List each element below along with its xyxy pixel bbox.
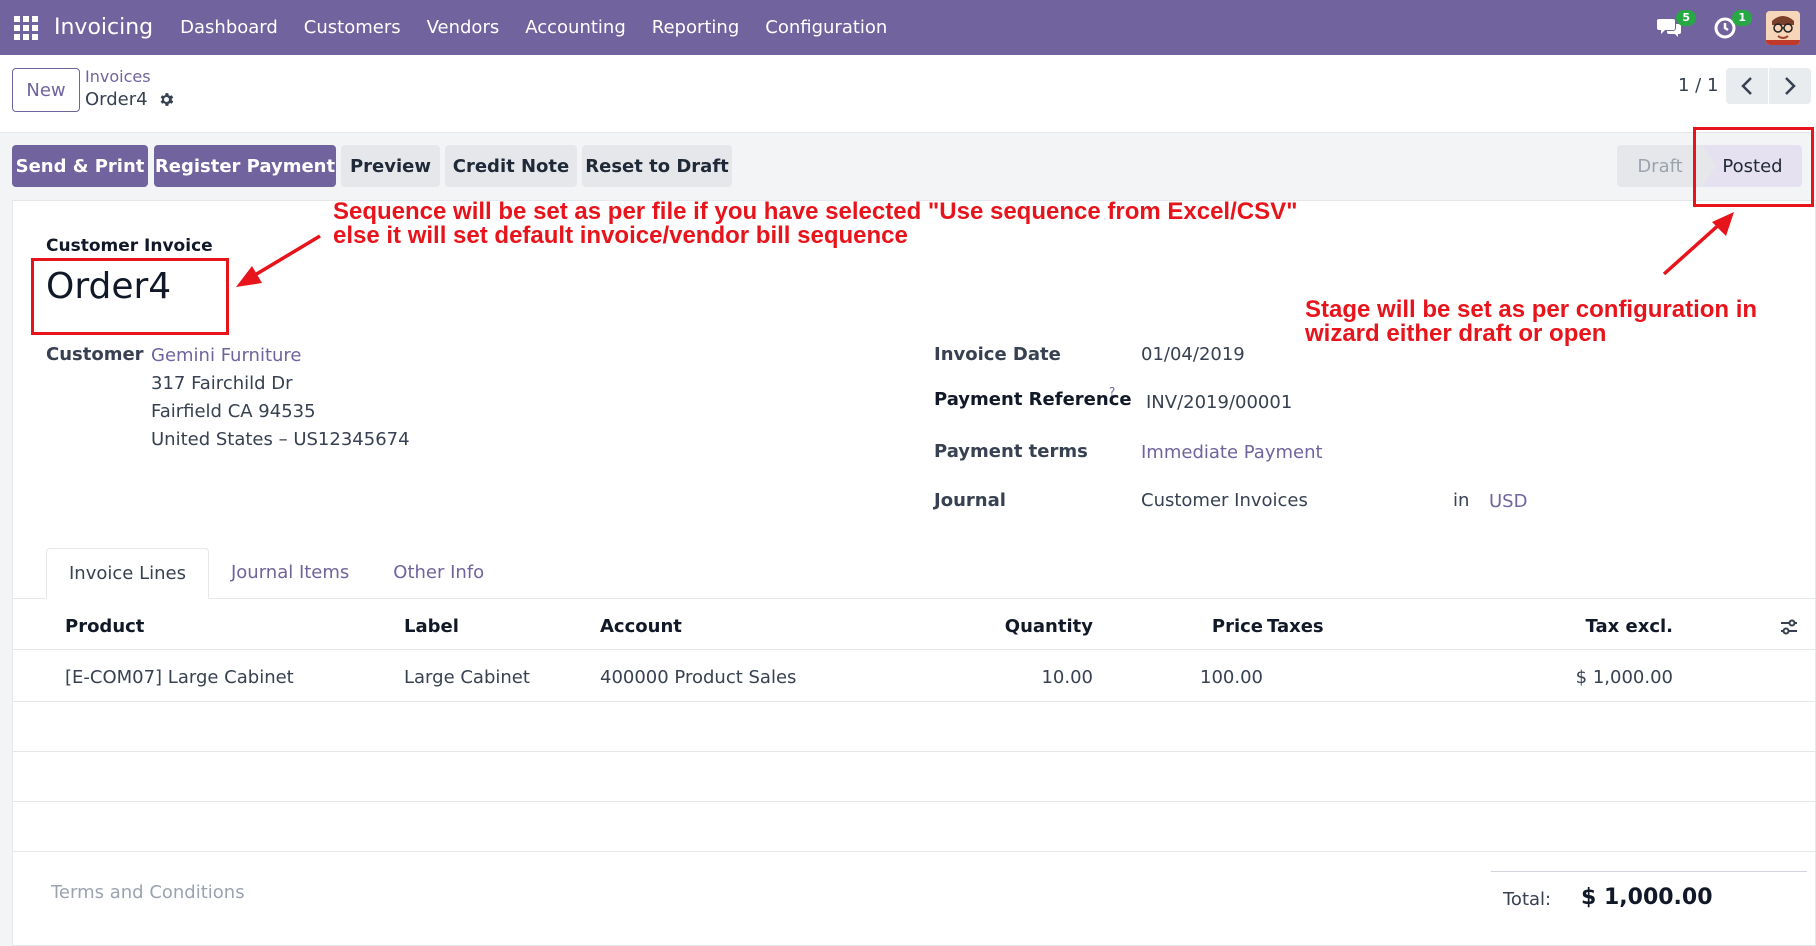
pager-next-button[interactable] <box>1769 68 1811 104</box>
row-divider <box>13 751 1816 752</box>
menu-accounting[interactable]: Accounting <box>512 17 639 38</box>
menu-configuration[interactable]: Configuration <box>752 17 900 38</box>
total-label: Total: <box>1503 889 1552 910</box>
annotation-box-invoice-number <box>31 258 229 335</box>
navbar-systray: 5 1 <box>1654 0 1816 55</box>
journal-label: Journal <box>934 490 1006 511</box>
user-face-icon <box>1766 10 1800 45</box>
line-account[interactable]: 400000 Product Sales <box>600 667 796 688</box>
in-label: in <box>1453 490 1470 511</box>
top-navbar: Invoicing Dashboard Customers Vendors Ac… <box>0 0 1816 55</box>
breadcrumb-invoices[interactable]: Invoices <box>85 67 151 86</box>
line-product[interactable]: [E-COM07] Large Cabinet <box>65 667 294 688</box>
notebook-tabs: Invoice Lines Journal Items Other Info <box>46 548 506 599</box>
messages-button[interactable]: 5 <box>1654 9 1696 43</box>
address-line-1: 317 Fairchild Dr <box>151 373 293 394</box>
new-button[interactable]: New <box>12 68 80 112</box>
register-payment-button[interactable]: Register Payment <box>154 145 336 187</box>
breadcrumb-current-label: Order4 <box>85 89 148 110</box>
preview-button[interactable]: Preview <box>341 145 440 187</box>
breadcrumb-current: Order4 <box>85 89 175 110</box>
user-avatar[interactable] <box>1766 10 1800 45</box>
menu-dashboard[interactable]: Dashboard <box>167 17 291 38</box>
payment-terms-label: Payment terms <box>934 441 1088 462</box>
annotation-stage-line1: Stage will be set as per configuration i… <box>1305 296 1758 323</box>
col-taxes[interactable]: Taxes <box>1267 616 1324 637</box>
total-value: $ 1,000.00 <box>1581 885 1713 910</box>
activities-button[interactable]: 1 <box>1710 9 1752 43</box>
annotation-stage-line2: wizard either draft or open <box>1305 320 1607 347</box>
menu-reporting[interactable]: Reporting <box>639 17 753 38</box>
journal-field[interactable]: Customer Invoices <box>1141 490 1308 511</box>
customer-label: Customer <box>46 344 144 365</box>
row-divider <box>13 801 1816 802</box>
chevron-left-icon <box>1741 77 1752 95</box>
help-tooltip-icon[interactable]: ? <box>1109 385 1115 399</box>
header-divider <box>13 649 1816 650</box>
payment-terms-field[interactable]: Immediate Payment <box>1141 442 1323 463</box>
col-account[interactable]: Account <box>600 616 682 637</box>
annotation-box-status <box>1693 127 1814 207</box>
messages-count-badge: 5 <box>1676 9 1696 26</box>
control-panel: New Invoices Order4 1 / 1 <box>0 55 1816 133</box>
invoice-date-field[interactable]: 01/04/2019 <box>1141 344 1245 365</box>
payment-reference-label: Payment Reference <box>934 389 1132 410</box>
tab-other-info[interactable]: Other Info <box>371 548 506 599</box>
invoice-date-label: Invoice Date <box>934 344 1061 365</box>
total-divider <box>1491 871 1807 872</box>
app-name[interactable]: Invoicing <box>54 15 153 40</box>
customer-link[interactable]: Gemini Furniture <box>151 345 302 366</box>
tab-invoice-lines[interactable]: Invoice Lines <box>46 548 209 599</box>
line-quantity[interactable]: 10.00 <box>993 667 1093 688</box>
col-label[interactable]: Label <box>404 616 459 637</box>
col-price[interactable]: Price <box>1193 616 1263 637</box>
apps-menu-icon[interactable] <box>14 15 38 40</box>
terms-conditions-field[interactable]: Terms and Conditions <box>51 882 245 903</box>
activities-count-badge: 1 <box>1732 9 1752 26</box>
row-divider <box>13 851 1816 852</box>
annotation-sequence-line1: Sequence will be set as per file if you … <box>333 198 1298 225</box>
status-draft[interactable]: Draft <box>1617 145 1703 187</box>
pager-previous-button[interactable] <box>1726 68 1768 104</box>
payment-reference-field[interactable]: INV/2019/00001 <box>1146 392 1292 413</box>
menu-vendors[interactable]: Vendors <box>414 17 513 38</box>
document-type-label: Customer Invoice <box>46 236 213 256</box>
send-print-button[interactable]: Send & Print <box>12 145 148 187</box>
currency-field[interactable]: USD <box>1489 491 1527 512</box>
address-line-2: Fairfield CA 94535 <box>151 401 316 422</box>
col-product[interactable]: Product <box>65 616 144 637</box>
annotation-sequence-line2: else it will set default invoice/vendor … <box>333 222 908 249</box>
line-subtotal: $ 1,000.00 <box>1575 667 1673 688</box>
col-quantity[interactable]: Quantity <box>993 616 1093 637</box>
line-label[interactable]: Large Cabinet <box>404 667 530 688</box>
menu-customers[interactable]: Customers <box>291 17 414 38</box>
tab-journal-items[interactable]: Journal Items <box>209 548 371 599</box>
line-price[interactable]: 100.00 <box>1163 667 1263 688</box>
pager-value[interactable]: 1 / 1 <box>1678 75 1718 96</box>
gear-icon[interactable] <box>158 91 175 108</box>
optional-columns-icon[interactable] <box>1779 617 1799 637</box>
credit-note-button[interactable]: Credit Note <box>445 145 577 187</box>
chevron-right-icon <box>1785 77 1796 95</box>
address-line-3: United States – US12345674 <box>151 429 410 450</box>
row-divider <box>13 701 1816 702</box>
reset-to-draft-button[interactable]: Reset to Draft <box>582 145 732 187</box>
col-tax-excl[interactable]: Tax excl. <box>1573 616 1673 637</box>
